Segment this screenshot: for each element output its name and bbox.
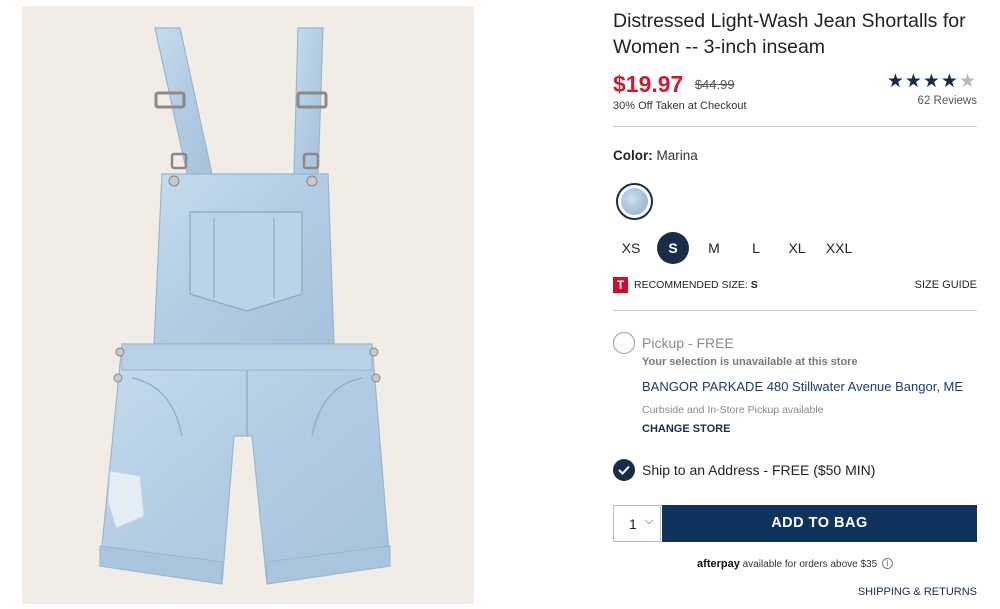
half-star-icon: ★ — [958, 71, 977, 92]
pickup-label: Pickup - FREE — [642, 335, 734, 351]
product-title: Distressed Light-Wash Jean Shortalls for… — [613, 10, 966, 58]
chevron-down-icon: ⌵ — [645, 515, 654, 527]
afterpay-note: afterpay available for orders above $35 … — [613, 558, 977, 570]
star-rating-icon: ★★★★★ — [886, 71, 977, 92]
size-option-s[interactable]: S — [657, 232, 689, 264]
change-store-link[interactable]: CHANGE STORE — [642, 423, 730, 435]
size-option-xs[interactable]: XS — [619, 232, 643, 265]
divider — [613, 310, 977, 311]
size-option-xxl[interactable]: XXL — [825, 232, 853, 265]
color-row: Color: Marina — [613, 148, 698, 163]
price-row: $19.97 $44.99 — [613, 71, 735, 99]
quantity-select[interactable]: 1 ⌵ — [613, 505, 661, 542]
color-value: Marina — [656, 148, 698, 163]
afterpay-text: available for orders above $35 — [742, 559, 878, 570]
product-details: Distressed Light-Wash Jean Shortalls for… — [613, 0, 977, 609]
checkmark-icon — [618, 465, 630, 475]
sale-price: $19.97 — [613, 71, 684, 97]
store-name: BANGOR PARKADE 480 Stillwater Avenue Ban… — [642, 379, 964, 394]
recommended-size-value: S — [750, 279, 758, 291]
info-icon[interactable]: i — [881, 558, 893, 569]
curbside-note: Curbside and In-Store Pickup available — [642, 404, 824, 416]
color-swatch-marina[interactable] — [616, 183, 653, 220]
pickup-unavailable-text: Your selection is unavailable at this st… — [642, 356, 858, 368]
add-to-bag-button[interactable]: ADD TO BAG — [662, 505, 977, 542]
pickup-radio[interactable] — [613, 332, 635, 354]
size-guide-link[interactable]: SIZE GUIDE — [915, 279, 977, 291]
size-option-m[interactable]: M — [704, 232, 724, 265]
rating[interactable]: ★★★★★ 62 Reviews — [867, 71, 977, 108]
size-recommendation: T Recommended size: S SIZE GUIDE — [613, 277, 977, 294]
shipping-returns-link[interactable]: SHIPPING & RETURNS — [858, 586, 977, 598]
size-option-l[interactable]: L — [749, 232, 763, 265]
afterpay-logo: afterpay — [697, 558, 740, 570]
size-selector: XS S M L XL XXL — [613, 232, 977, 265]
true-fit-logo-icon: T — [613, 277, 628, 293]
quantity-value: 1 — [629, 516, 637, 532]
recommended-size-text: Recommended size: S — [634, 279, 758, 291]
divider — [613, 126, 977, 127]
original-price: $44.99 — [694, 77, 735, 92]
promo-note: 30% Off Taken at Checkout — [613, 100, 747, 112]
swatch-fill — [621, 188, 648, 215]
shortalls-illustration — [99, 27, 391, 585]
product-image[interactable] — [22, 6, 474, 604]
color-label: Color: — [613, 148, 653, 163]
ship-label: Ship to an Address - FREE ($50 MIN) — [642, 462, 876, 478]
size-option-xl[interactable]: XL — [787, 232, 807, 265]
review-count-link[interactable]: 62 Reviews — [867, 95, 977, 107]
ship-radio-checked[interactable] — [613, 459, 635, 481]
